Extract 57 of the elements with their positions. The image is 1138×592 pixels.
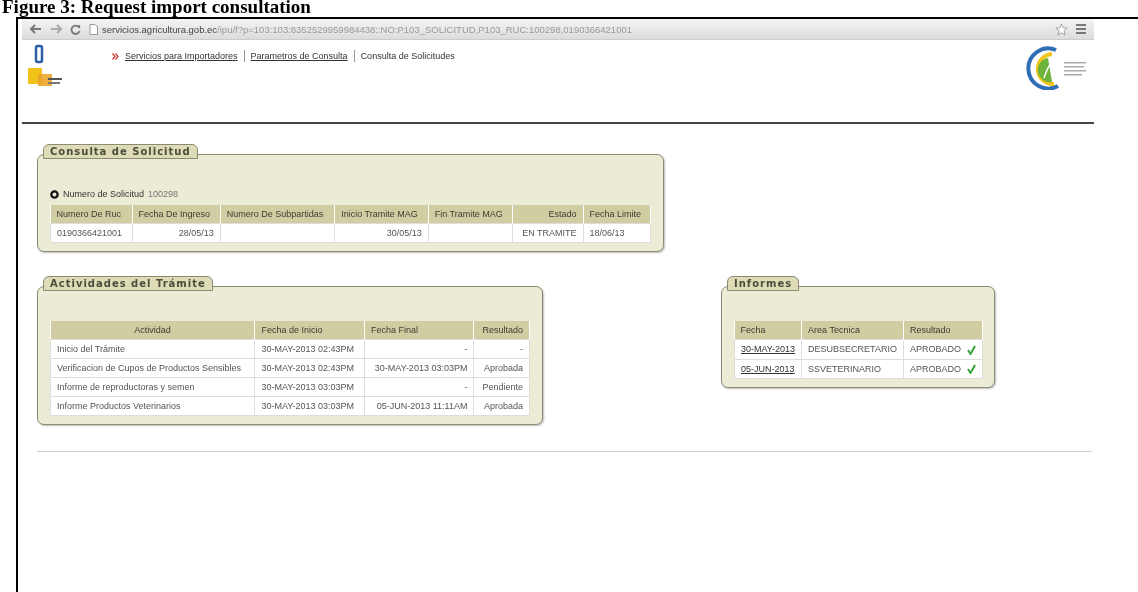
- breadcrumb-link[interactable]: Servicios para Importadores: [125, 51, 238, 61]
- table-cell: 0190366421001: [50, 223, 132, 243]
- panel-title: Consulta de Solicitud: [43, 144, 198, 159]
- logo: [1026, 44, 1088, 90]
- table-cell: 30-MAY-2013 02:43PM: [254, 358, 365, 378]
- column-header: Area Tecnica: [801, 321, 904, 340]
- status-text: APROBADO: [909, 363, 961, 374]
- breadcrumb-current: Consulta de Solicitudes: [360, 51, 455, 61]
- panel-title: Actividades del Trámite: [43, 276, 213, 291]
- column-header: Actividad: [50, 321, 255, 340]
- table-cell: Informe Productos Veterinarios: [50, 396, 255, 416]
- column-header: Inicio Tramite MAG: [334, 205, 429, 224]
- table-cell: 30/05/13: [334, 223, 429, 243]
- table-cell: 05-JUN-2013 11:11AM: [364, 396, 474, 416]
- column-header: Numero De Subpartidas: [220, 205, 335, 224]
- panel-title: Informes: [727, 276, 800, 291]
- table-cell: -: [364, 377, 474, 397]
- column-header: Resultado: [903, 321, 983, 340]
- status-text: APROBADO: [909, 344, 961, 354]
- field-label: Numero de Solicitud: [63, 189, 145, 199]
- table-cell: Aprobada: [473, 358, 530, 378]
- forward-icon[interactable]: [50, 24, 62, 34]
- column-header: Fecha Limite: [583, 205, 651, 224]
- back-icon[interactable]: [30, 24, 42, 34]
- table-cell: 30-MAY-2013 02:43PM: [254, 339, 365, 359]
- reload-icon[interactable]: [70, 23, 81, 35]
- figure-caption: Figure 3: Request import consultation: [1, 0, 312, 17]
- column-header: Fecha: [734, 321, 802, 340]
- column-header: Estado: [512, 205, 584, 224]
- table-cell: 30-MAY-2013 03:03PM: [254, 396, 365, 416]
- logo: [28, 44, 62, 88]
- table-cell: Pendiente: [473, 377, 530, 397]
- column-header: Fecha Final: [364, 321, 474, 340]
- column-header: Numero De Ruc: [50, 205, 132, 224]
- column-header: Resultado: [473, 321, 530, 340]
- breadcrumb-link[interactable]: Parametros de Consulta: [250, 51, 348, 61]
- table-cell: 30-MAY-2013 03:03PM: [364, 358, 474, 378]
- table-cell: -: [473, 339, 530, 359]
- menu-icon[interactable]: [1076, 23, 1086, 35]
- table-cell: Aprobada: [473, 396, 530, 416]
- table-cell: 30-MAY-2013 03:03PM: [254, 377, 365, 397]
- field-value: 100298: [148, 189, 179, 199]
- table-cell: Informe de reproductoras y semen: [50, 377, 255, 397]
- table-cell: Verificacion de Cupos de Productos Sensibles: [50, 358, 255, 378]
- table-cell: EN TRAMITE: [512, 223, 584, 243]
- column-header: Fin Tramite MAG: [428, 205, 513, 224]
- table-cell: DESUBSECRETARIO: [801, 339, 904, 360]
- radio-icon: [50, 189, 59, 199]
- table-cell: -: [364, 339, 474, 359]
- table-cell: SSVETERINARIO: [801, 359, 904, 379]
- table-cell: 18/06/13: [583, 223, 651, 243]
- chevron-icon: [112, 52, 119, 60]
- table-cell: 28/05/13: [132, 223, 221, 243]
- table-cell: Inicio del Trámite: [50, 339, 255, 359]
- column-header: Fecha de Inicio: [254, 321, 365, 340]
- star-icon[interactable]: [1055, 22, 1068, 36]
- column-header: Fecha De Ingreso: [132, 205, 221, 224]
